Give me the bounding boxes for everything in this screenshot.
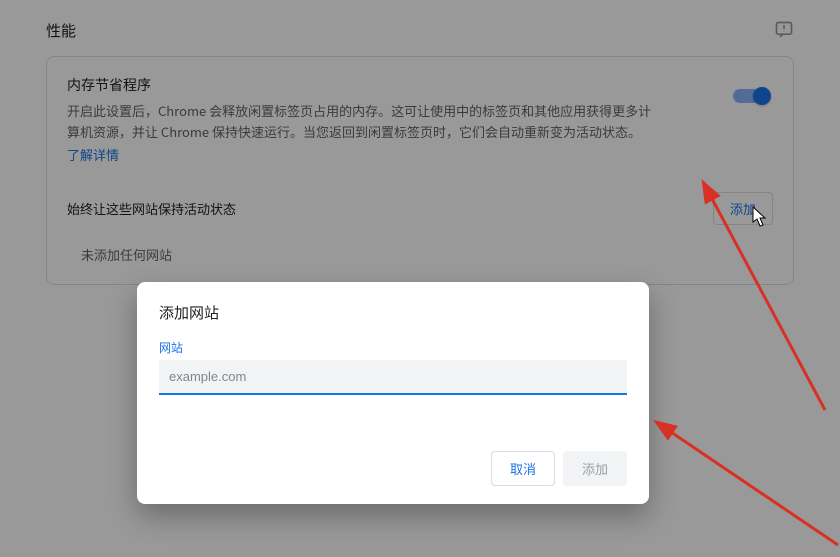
dialog-title: 添加网站	[159, 302, 627, 323]
site-url-input[interactable]	[159, 360, 627, 395]
add-site-dialog: 添加网站 网站 取消 添加	[137, 282, 649, 504]
site-field-label: 网站	[159, 339, 627, 356]
dialog-actions: 取消 添加	[159, 395, 627, 504]
cancel-button[interactable]: 取消	[491, 451, 555, 486]
confirm-add-button[interactable]: 添加	[563, 451, 627, 486]
